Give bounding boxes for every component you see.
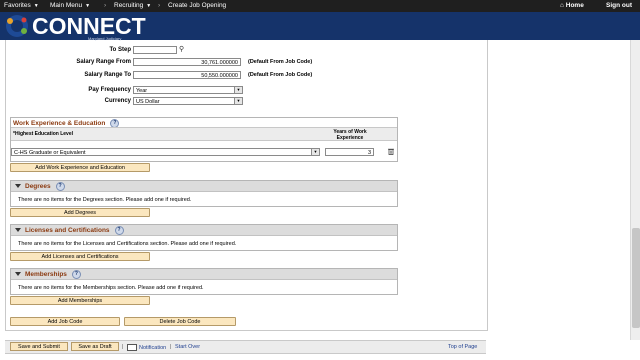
- breadcrumb-create-job-opening: Create Job Opening: [168, 2, 227, 9]
- home-icon: ⌂: [560, 2, 564, 9]
- collapse-arrow-icon[interactable]: [15, 184, 21, 188]
- to-step-label: To Step: [109, 47, 131, 53]
- add-licenses-button[interactable]: Add Licenses and Certifications: [10, 252, 150, 261]
- degrees-title: Degrees?: [25, 182, 65, 191]
- collapse-arrow-icon[interactable]: [15, 272, 21, 276]
- home-link[interactable]: ⌂ Home: [560, 2, 584, 9]
- notification-icon: [127, 344, 137, 351]
- save-and-submit-button[interactable]: Save and Submit: [10, 342, 68, 351]
- notification-label: Notification: [139, 344, 167, 351]
- years-column-line2: Experience: [336, 135, 364, 141]
- top-of-page-link[interactable]: Top of Page: [448, 344, 477, 350]
- to-step-input[interactable]: [133, 46, 177, 54]
- sign-out-link[interactable]: Sign out: [606, 2, 632, 9]
- work-experience-section: Work Experience & Education? *Highest Ed…: [10, 117, 398, 162]
- logo-mark-icon: [6, 15, 28, 37]
- salary-from-note: (Default From Job Code): [248, 59, 313, 65]
- add-job-code-button[interactable]: Add Job Code: [10, 317, 120, 326]
- licenses-section: Licenses and Certifications? There are n…: [10, 224, 398, 251]
- save-as-draft-button[interactable]: Save as Draft: [71, 342, 119, 351]
- pay-frequency-select[interactable]: Year ▼: [133, 86, 243, 94]
- chevron-down-icon: ▼: [85, 3, 91, 9]
- main-menu-label: Main Menu: [50, 2, 83, 9]
- help-icon[interactable]: ?: [114, 226, 124, 235]
- brand-name: CONNECT: [32, 13, 146, 39]
- chevron-down-icon: ▼: [234, 87, 242, 93]
- memberships-header[interactable]: Memberships?: [11, 269, 397, 280]
- currency-label: Currency: [104, 98, 131, 104]
- top-navigation-bar: Favorites ▼ Main Menu ▼ › Recruiting ▼ › Cr…: [0, 0, 640, 12]
- connect-logo: CONNECT Maryland Judiciary: [4, 14, 146, 41]
- degrees-empty-message: There are no items for the Degrees secti…: [18, 197, 192, 203]
- salary-from-input[interactable]: 30,761.000000: [133, 58, 241, 66]
- memberships-empty-message: There are no items for the Memberships s…: [18, 285, 204, 291]
- licenses-title: Licenses and Certifications?: [25, 226, 124, 235]
- licenses-header[interactable]: Licenses and Certifications?: [11, 225, 397, 236]
- degrees-section: Degrees? There are no items for the Degr…: [10, 180, 398, 207]
- breadcrumb-separator-icon: ›: [104, 2, 107, 9]
- vertical-scrollbar[interactable]: [630, 40, 640, 340]
- delete-job-code-button[interactable]: Delete Job Code: [124, 317, 236, 326]
- start-over-link[interactable]: Start Over: [175, 344, 200, 350]
- chevron-down-icon: ▼: [311, 149, 319, 155]
- chevron-down-icon: ▼: [146, 3, 152, 9]
- collapse-arrow-icon[interactable]: [15, 228, 21, 232]
- memberships-section: Memberships? There are no items for the …: [10, 268, 398, 295]
- salary-to-input[interactable]: 50,550.000000: [133, 71, 241, 79]
- add-work-experience-button[interactable]: Add Work Experience and Education: [10, 163, 150, 172]
- degrees-header[interactable]: Degrees?: [11, 181, 397, 192]
- main-menu[interactable]: Main Menu ▼: [50, 2, 90, 9]
- education-level-select[interactable]: C-HS Graduate or Equivalent ▼: [11, 148, 320, 156]
- years-experience-column: Years of Work Experience: [327, 129, 373, 141]
- memberships-title-text: Memberships: [25, 271, 67, 279]
- breadcrumb-recruiting-label: Recruiting: [114, 2, 144, 9]
- search-icon[interactable]: ⚲: [179, 45, 184, 53]
- salary-to-note: (Default From Job Code): [248, 72, 313, 78]
- licenses-empty-message: There are no items for the Licenses and …: [18, 241, 237, 247]
- work-experience-column-header: *Highest Education Level Years of Work Ex…: [11, 127, 397, 141]
- currency-value: US Dollar: [136, 99, 160, 105]
- chevron-down-icon: ▼: [234, 98, 242, 104]
- home-label: Home: [565, 2, 584, 9]
- breadcrumb-recruiting[interactable]: Recruiting ▼: [114, 2, 151, 9]
- help-icon[interactable]: ?: [71, 270, 81, 279]
- degrees-title-text: Degrees: [25, 183, 51, 191]
- salary-from-label: Salary Range From: [76, 59, 131, 65]
- currency-select[interactable]: US Dollar ▼: [133, 97, 243, 105]
- header-banner: CONNECT Maryland Judiciary: [0, 12, 640, 41]
- years-experience-input[interactable]: 3: [325, 148, 374, 156]
- separator: |: [122, 344, 124, 350]
- add-degrees-button[interactable]: Add Degrees: [10, 208, 150, 217]
- separator: |: [170, 344, 172, 350]
- chevron-down-icon: ▼: [33, 3, 39, 9]
- memberships-title: Memberships?: [25, 270, 81, 279]
- bottom-action-bar: Save and Submit Save as Draft | Notifica…: [5, 340, 486, 354]
- add-memberships-button[interactable]: Add Memberships: [10, 296, 150, 305]
- scrollbar-thumb[interactable]: [632, 228, 640, 328]
- salary-to-label: Salary Range To: [84, 72, 131, 78]
- trash-icon[interactable]: [388, 148, 394, 155]
- favorites-menu[interactable]: Favorites ▼: [4, 2, 39, 9]
- help-icon[interactable]: ?: [55, 182, 65, 191]
- licenses-title-text: Licenses and Certifications: [25, 227, 110, 235]
- breadcrumb-separator-icon: ›: [158, 2, 161, 9]
- education-level-column: *Highest Education Level: [13, 131, 74, 137]
- pay-frequency-label: Pay Frequency: [88, 87, 131, 93]
- pay-frequency-value: Year: [136, 88, 148, 94]
- favorites-label: Favorites: [4, 2, 31, 9]
- notification-link[interactable]: Notification: [127, 344, 166, 351]
- education-level-value: C-HS Graduate or Equivalent: [14, 150, 86, 156]
